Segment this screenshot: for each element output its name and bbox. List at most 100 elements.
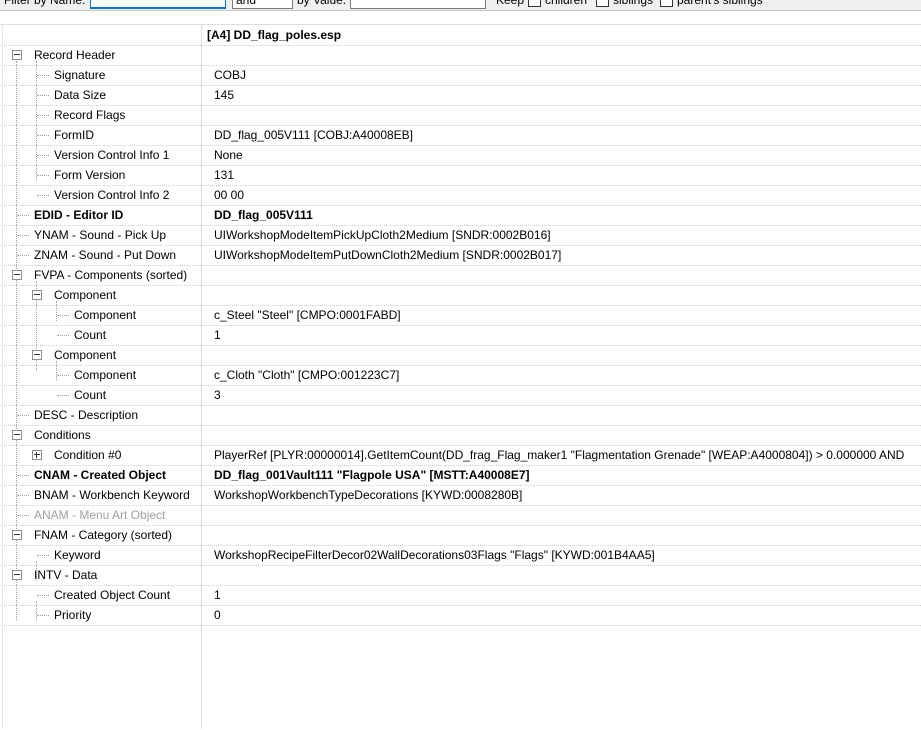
tree-row-signature[interactable]: Signature COBJ xyxy=(0,65,921,86)
collapse-icon[interactable] xyxy=(12,270,22,280)
field-name: Component xyxy=(54,348,117,362)
collapse-icon[interactable] xyxy=(12,50,22,60)
tree-line xyxy=(57,395,69,396)
field-value: DD_flag_005V111 xyxy=(214,208,313,222)
tree-row-version-control-2[interactable]: Version Control Info 2 00 00 xyxy=(0,185,921,206)
tree-line xyxy=(37,595,49,596)
keep-siblings-checkbox[interactable] xyxy=(596,0,609,7)
filter-value-input[interactable] xyxy=(350,0,486,9)
tree-row-cnam[interactable]: CNAM - Created Object DD_flag_001Vault11… xyxy=(0,465,921,486)
field-value: 1 xyxy=(214,588,221,602)
tree-row-edid[interactable]: EDID - Editor ID DD_flag_005V111 xyxy=(0,205,921,226)
tree-row-anam[interactable]: ANAM - Menu Art Object xyxy=(0,505,921,526)
field-value: c_Cloth "Cloth" [CMPO:001223C7] xyxy=(214,368,400,382)
collapse-icon[interactable] xyxy=(32,290,42,300)
tree-row-component[interactable]: Component c_Steel "Steel" [CMPO:0001FABD… xyxy=(0,305,921,326)
tree-line xyxy=(37,95,49,96)
keep-label: Keep xyxy=(496,0,525,7)
field-name: FNAM - Category (sorted) xyxy=(34,528,173,542)
tree-row-desc[interactable]: DESC - Description xyxy=(0,405,921,426)
collapse-icon[interactable] xyxy=(12,570,22,580)
field-name: Component xyxy=(74,308,137,322)
tree-line xyxy=(17,235,29,236)
field-name: Component xyxy=(54,288,117,302)
tree-line xyxy=(37,615,49,616)
field-name: Data Size xyxy=(54,88,107,102)
field-name: FormID xyxy=(54,128,94,142)
field-name: ZNAM - Sound - Put Down xyxy=(34,248,177,262)
tree-row-priority[interactable]: Priority 0 xyxy=(0,605,921,626)
field-name: FVPA - Components (sorted) xyxy=(34,268,188,282)
field-value: 131 xyxy=(214,168,235,182)
tree-line xyxy=(57,335,69,336)
collapse-icon[interactable] xyxy=(12,530,22,540)
tree-line xyxy=(37,175,49,176)
field-value: c_Steel "Steel" [CMPO:0001FABD] xyxy=(214,308,401,322)
keep-children-checkbox[interactable] xyxy=(528,0,541,7)
filter-bar: Filter by Name: and by Value: Keep child… xyxy=(0,0,921,11)
tree-row-condition-0[interactable]: Condition #0 PlayerRef [PLYR:00000014].G… xyxy=(0,445,921,466)
field-name: Record Header xyxy=(34,48,116,62)
tree-line xyxy=(37,195,49,196)
field-value: 145 xyxy=(214,88,235,102)
field-name: Version Control Info 1 xyxy=(54,148,170,162)
field-name: Record Flags xyxy=(54,108,126,122)
tree-row-form-version[interactable]: Form Version 131 xyxy=(0,165,921,186)
collapse-icon[interactable] xyxy=(32,350,42,360)
collapse-icon[interactable] xyxy=(12,430,22,440)
field-value: 0 xyxy=(214,608,221,622)
tree-row-component[interactable]: Component c_Cloth "Cloth" [CMPO:001223C7… xyxy=(0,365,921,386)
tree-line xyxy=(17,215,29,216)
tree-line xyxy=(17,475,29,476)
field-value: WorkshopRecipeFilterDecor02WallDecoratio… xyxy=(214,548,655,562)
tree-row-fvpa[interactable]: FVPA - Components (sorted) xyxy=(0,265,921,286)
filter-name-label: Filter by Name: xyxy=(4,0,86,7)
plugin-column-header[interactable]: [A4] DD_flag_poles.esp xyxy=(207,25,341,45)
field-value: COBJ xyxy=(214,68,247,82)
tree-row-keyword[interactable]: Keyword WorkshopRecipeFilterDecor02WallD… xyxy=(0,545,921,566)
field-name: CNAM - Created Object xyxy=(34,468,167,482)
field-value: WorkshopWorkbenchTypeDecorations [KYWD:0… xyxy=(214,488,523,502)
field-value: DD_flag_001Vault111 "Flagpole USA" [MSTT… xyxy=(214,468,530,482)
tree-line xyxy=(17,415,29,416)
tree-row-data-size[interactable]: Data Size 145 xyxy=(0,85,921,106)
tree-row-conditions[interactable]: Conditions xyxy=(0,425,921,446)
field-value: UIWorkshopModeItemPickUpCloth2Medium [SN… xyxy=(214,228,551,242)
tree-row-component-group[interactable]: Component xyxy=(0,345,921,366)
tree-line xyxy=(17,495,29,496)
keep-parents-siblings-checkbox[interactable] xyxy=(660,0,673,7)
tree-row-component-group[interactable]: Component xyxy=(0,285,921,306)
tree-row-intv[interactable]: INTV - Data xyxy=(0,565,921,586)
field-name: DESC - Description xyxy=(34,408,139,422)
tree-row-version-control-1[interactable]: Version Control Info 1 None xyxy=(0,145,921,166)
field-name: Priority xyxy=(54,608,92,622)
field-name: Component xyxy=(74,368,137,382)
field-name: Count xyxy=(74,328,107,342)
tree-line xyxy=(37,135,49,136)
filter-name-input[interactable] xyxy=(90,0,226,9)
tree-row-count[interactable]: Count 1 xyxy=(0,325,921,346)
tree-row-fnam[interactable]: FNAM - Category (sorted) xyxy=(0,525,921,546)
field-name: BNAM - Workbench Keyword xyxy=(34,488,190,502)
tree-row-record-header[interactable]: Record Header xyxy=(0,45,921,66)
record-view-grid: [A4] DD_flag_poles.esp Record Header Sig… xyxy=(0,24,921,730)
filter-operator-select[interactable]: and xyxy=(232,0,293,9)
tree-line xyxy=(37,555,49,556)
tree-row-formid[interactable]: FormID DD_flag_005V111 [COBJ:A40008EB] xyxy=(0,125,921,146)
field-name: INTV - Data xyxy=(34,568,98,582)
tree-row-record-flags[interactable]: Record Flags xyxy=(0,105,921,126)
tree-row-ynam[interactable]: YNAM - Sound - Pick Up UIWorkshopModeIte… xyxy=(0,225,921,246)
tree-row-znam[interactable]: ZNAM - Sound - Put Down UIWorkshopModeIt… xyxy=(0,245,921,266)
field-value: 3 xyxy=(214,388,221,402)
column-divider[interactable] xyxy=(201,24,202,729)
tree-row-bnam[interactable]: BNAM - Workbench Keyword WorkshopWorkben… xyxy=(0,485,921,506)
field-name: ANAM - Menu Art Object xyxy=(34,508,166,522)
plugin-header-row: [A4] DD_flag_poles.esp xyxy=(0,25,921,46)
tree-line xyxy=(37,155,49,156)
tree-row-created-object-count[interactable]: Created Object Count 1 xyxy=(0,585,921,606)
tree-row-count[interactable]: Count 3 xyxy=(0,385,921,406)
field-value: 1 xyxy=(214,328,221,342)
field-value: DD_flag_005V111 [COBJ:A40008EB] xyxy=(214,128,414,142)
field-value: 00 00 xyxy=(214,188,245,202)
expand-icon[interactable] xyxy=(32,450,42,460)
